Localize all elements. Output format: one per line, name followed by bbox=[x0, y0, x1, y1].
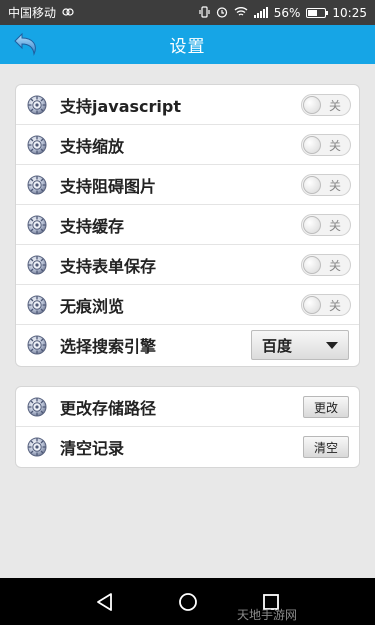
settings-gear-icon bbox=[26, 214, 48, 236]
settings-gear-icon bbox=[26, 94, 48, 116]
toggle-state-text: 关 bbox=[328, 179, 341, 193]
storage-card: 更改存储路径 更改 清空记录 清空 bbox=[15, 386, 360, 468]
page-title: 设置 bbox=[169, 37, 206, 57]
change-path-button[interactable]: 更改 bbox=[303, 396, 349, 418]
nav-back-icon bbox=[97, 593, 112, 611]
nav-home-button[interactable] bbox=[176, 590, 200, 614]
setting-row: 支持缓存关 bbox=[16, 205, 359, 245]
carrier-label: 中国移动 bbox=[8, 6, 57, 20]
clock: 10:25 bbox=[332, 5, 367, 20]
settings-gear-icon bbox=[26, 334, 48, 356]
toggle-knob bbox=[303, 136, 321, 154]
search-engine-select[interactable]: 百度 bbox=[251, 330, 349, 360]
setting-row: 无痕浏览关 bbox=[16, 285, 359, 325]
battery-level bbox=[308, 9, 318, 16]
battery-icon bbox=[306, 7, 329, 18]
nav-back-button[interactable] bbox=[93, 590, 117, 614]
wifi-icon bbox=[234, 6, 248, 19]
settings-gear-icon bbox=[26, 174, 48, 196]
search-engine-row: 选择搜索引擎 百度 bbox=[16, 325, 359, 365]
setting-toggle[interactable]: 关 bbox=[301, 214, 351, 236]
settings-gear-icon bbox=[26, 436, 48, 458]
back-arrow-icon bbox=[14, 32, 36, 56]
toggle-state-text: 关 bbox=[328, 219, 341, 233]
vibrate-icon bbox=[199, 5, 210, 20]
settings-card: 支持javascript 关支持缩放关支持阻碍图片关支持缓存关支持表单保存关无痕浏… bbox=[15, 84, 360, 367]
setting-row: 支持阻碍图片关 bbox=[16, 165, 359, 205]
toggle-state-text: 关 bbox=[328, 99, 341, 113]
toggle-knob bbox=[303, 296, 321, 314]
toggle-state-text: 关 bbox=[328, 299, 341, 313]
clear-history-row: 清空记录 清空 bbox=[16, 427, 359, 467]
nav-home-icon bbox=[179, 593, 197, 611]
settings-gear-icon bbox=[26, 254, 48, 276]
toggle-state-text: 关 bbox=[328, 139, 341, 153]
clear-button[interactable]: 清空 bbox=[303, 436, 349, 458]
status-left: 中国移动 bbox=[8, 4, 74, 21]
setting-toggle[interactable]: 关 bbox=[301, 254, 351, 276]
settings-gear-icon bbox=[26, 396, 48, 418]
toggle-knob bbox=[303, 256, 321, 274]
alarm-icon bbox=[216, 6, 228, 20]
search-engine-value: 百度 bbox=[262, 336, 293, 355]
toggle-knob bbox=[303, 216, 321, 234]
title-bar: 设置 bbox=[0, 25, 375, 64]
storage-path-row: 更改存储路径 更改 bbox=[16, 387, 359, 427]
settings-gear-icon bbox=[26, 134, 48, 156]
battery-percent: 56% bbox=[273, 5, 301, 20]
status-right: 56% 10:25 bbox=[199, 6, 367, 20]
back-button[interactable] bbox=[10, 28, 44, 61]
signal-icon bbox=[253, 7, 268, 18]
link-icon bbox=[62, 7, 74, 19]
status-bar: 中国移动 56% 10:25 bbox=[0, 0, 375, 25]
setting-row: 支持javascript 关 bbox=[16, 85, 359, 125]
setting-toggle[interactable]: 关 bbox=[301, 294, 351, 316]
toggle-knob bbox=[303, 176, 321, 194]
setting-row: 支持缩放关 bbox=[16, 125, 359, 165]
setting-toggle[interactable]: 关 bbox=[301, 94, 351, 116]
navigation-bar: 天地手游网 bbox=[0, 578, 375, 625]
dropdown-arrow-icon bbox=[326, 341, 338, 349]
setting-toggle[interactable]: 关 bbox=[301, 134, 351, 156]
watermark: 天地手游网 bbox=[236, 608, 297, 622]
setting-toggle[interactable]: 关 bbox=[301, 174, 351, 196]
settings-gear-icon bbox=[26, 294, 48, 316]
setting-row: 支持表单保存关 bbox=[16, 245, 359, 285]
toggle-state-text: 关 bbox=[328, 259, 341, 273]
toggle-knob bbox=[303, 96, 321, 114]
